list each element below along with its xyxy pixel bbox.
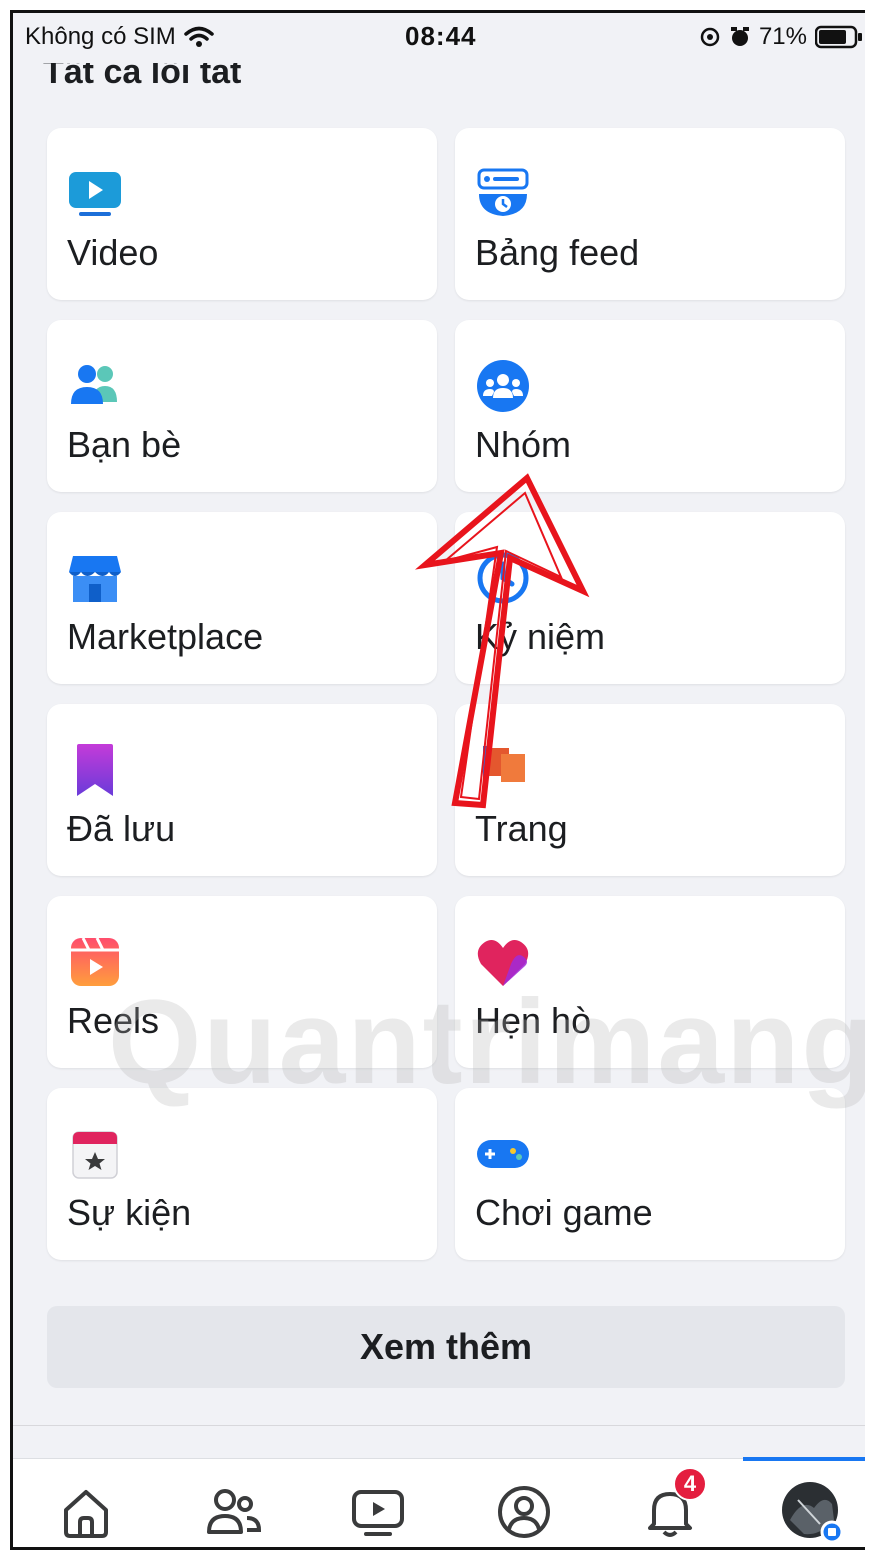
marketplace-icon xyxy=(69,556,121,602)
battery-icon xyxy=(815,25,862,49)
shortcut-reels[interactable]: Reels xyxy=(47,896,437,1068)
shortcut-events[interactable]: Sự kiện xyxy=(47,1088,437,1260)
shortcut-label: Bảng feed xyxy=(475,232,640,273)
shortcut-video[interactable]: Video xyxy=(47,128,437,300)
memories-icon xyxy=(477,552,529,604)
shortcut-saved[interactable]: Đã lưu xyxy=(47,704,437,876)
shortcut-label: Reels xyxy=(67,1000,160,1041)
shortcut-pages[interactable]: Trang xyxy=(455,704,845,876)
notification-badge: 4 xyxy=(673,1467,707,1501)
tab-menu[interactable] xyxy=(777,1477,847,1547)
shortcut-label: Sự kiện xyxy=(67,1192,192,1233)
clock: 08:44 xyxy=(405,21,477,51)
watch-icon xyxy=(352,1490,404,1536)
menu-avatar xyxy=(782,1482,844,1544)
friends-icon xyxy=(71,365,117,404)
home-icon xyxy=(64,1490,108,1538)
shortcut-label: Video xyxy=(67,232,159,273)
gaming-icon xyxy=(477,1140,529,1168)
carrier-label: Không có SIM xyxy=(25,23,176,50)
see-more-button[interactable]: Xem thêm xyxy=(47,1306,845,1388)
reels-icon xyxy=(71,937,119,986)
tab-notifications[interactable]: 4 xyxy=(635,1467,707,1547)
pages-icon xyxy=(483,746,525,796)
status-right: 71% xyxy=(699,23,863,51)
shortcut-marketplace[interactable]: Marketplace xyxy=(47,512,437,684)
dating-icon xyxy=(477,940,529,986)
active-tab-indicator xyxy=(743,1457,865,1461)
shortcuts-grid: Video Bảng feed Bạn bè Nhóm Marketplace … xyxy=(47,128,845,1260)
feed-icon xyxy=(477,168,529,216)
status-bar: Không có SIM 08:44 71% xyxy=(13,13,865,63)
shortcut-label: Hẹn hò xyxy=(475,1000,592,1041)
wifi-icon xyxy=(184,26,214,47)
shortcut-label: Nhóm xyxy=(475,424,572,465)
events-icon xyxy=(72,1131,118,1179)
tab-home[interactable] xyxy=(51,1477,121,1547)
orientation-lock-icon xyxy=(700,27,720,47)
tab-friends[interactable] xyxy=(199,1477,269,1547)
divider xyxy=(13,1425,865,1426)
tab-profile[interactable] xyxy=(489,1477,559,1547)
video-icon xyxy=(69,172,121,216)
carrier-info: Không có SIM xyxy=(25,23,214,51)
groups-icon xyxy=(477,360,529,412)
shortcut-label: Trang xyxy=(475,808,568,849)
alarm-icon xyxy=(730,27,749,46)
shortcut-label: Marketplace xyxy=(67,616,264,657)
shortcut-gaming[interactable]: Chơi game xyxy=(455,1088,845,1260)
shortcut-label: Đã lưu xyxy=(67,808,176,849)
phone-screen: Không có SIM 08:44 71% Tất cả lối tắt Vi… xyxy=(10,10,865,1550)
shortcut-dating[interactable]: Hẹn hò xyxy=(455,896,845,1068)
profile-icon xyxy=(498,1486,550,1538)
shortcut-label: Bạn bè xyxy=(67,424,182,465)
battery-percent: 71% xyxy=(758,23,807,50)
shortcut-label: Kỷ niệm xyxy=(475,616,606,657)
shortcut-label: Chơi game xyxy=(475,1192,653,1233)
friends-tab-icon xyxy=(207,1489,262,1534)
shortcut-friends[interactable]: Bạn bè xyxy=(47,320,437,492)
tab-watch[interactable] xyxy=(343,1477,413,1547)
bottom-tab-bar: 4 xyxy=(13,1457,865,1547)
shortcut-groups[interactable]: Nhóm xyxy=(455,320,845,492)
shortcut-feed[interactable]: Bảng feed xyxy=(455,128,845,300)
saved-icon xyxy=(77,744,113,796)
shortcut-memories[interactable]: Kỷ niệm xyxy=(455,512,845,684)
